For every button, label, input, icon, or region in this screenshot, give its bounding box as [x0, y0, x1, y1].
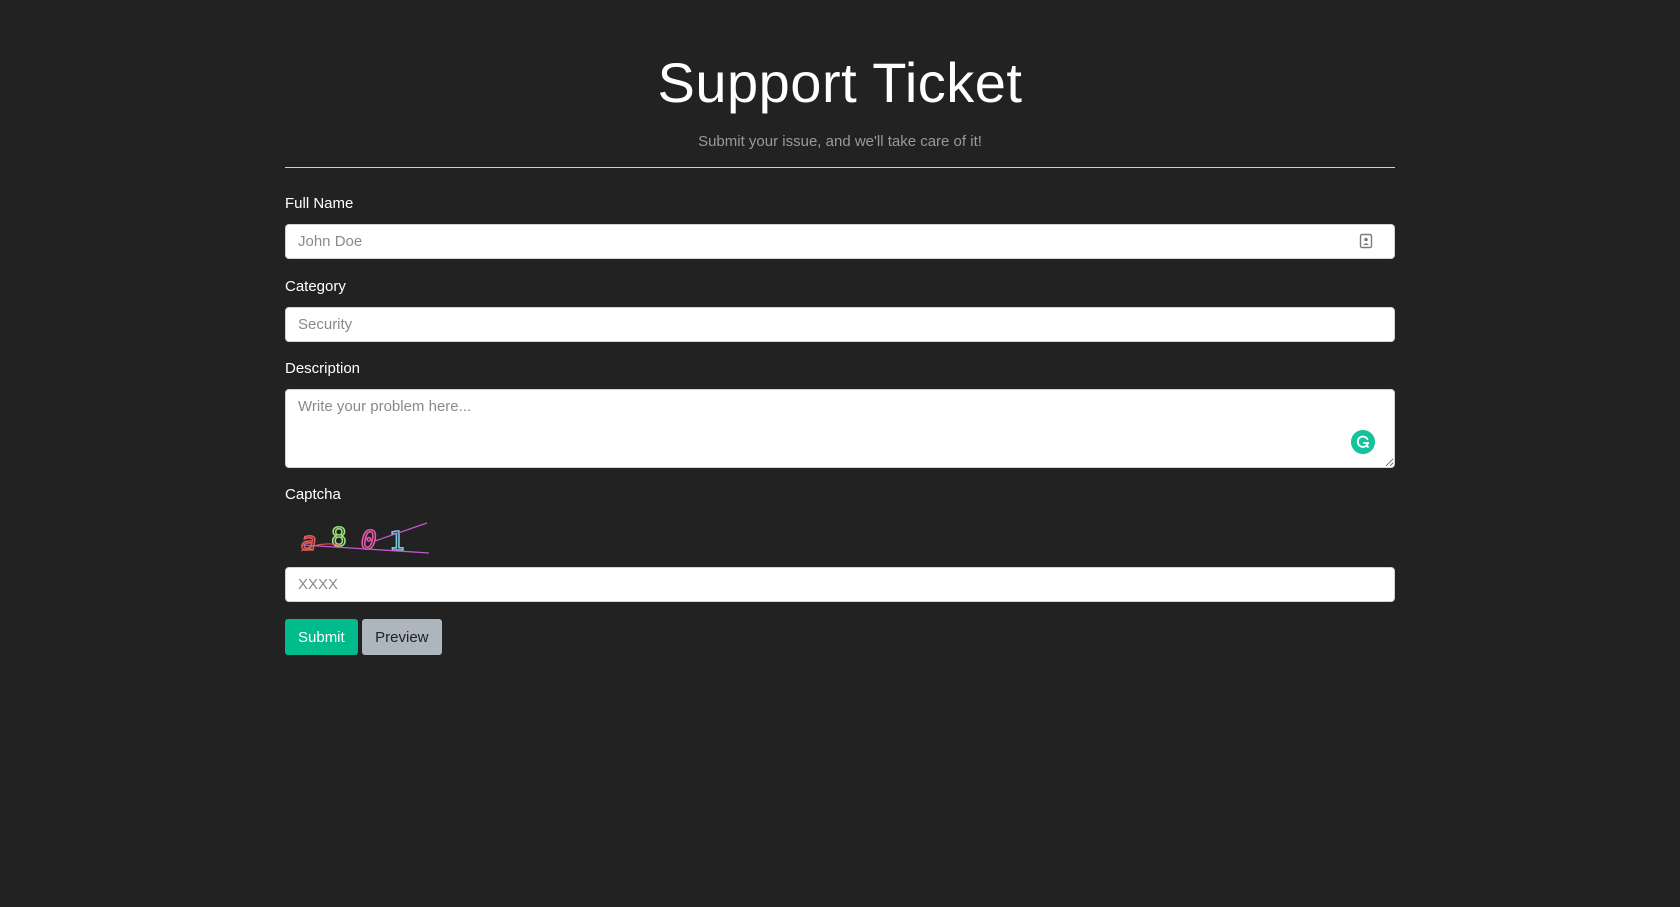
description-group: Description [285, 359, 1395, 468]
captcha-input[interactable] [285, 567, 1395, 602]
submit-button[interactable]: Submit [285, 619, 358, 655]
full-name-wrapper [285, 224, 1395, 259]
category-label: Category [285, 278, 346, 295]
full-name-label: Full Name [285, 195, 354, 212]
preview-button[interactable]: Preview [362, 619, 442, 655]
support-ticket-page: Support Ticket Submit your issue, and we… [285, 0, 1395, 655]
captcha-group: Captcha a 8 0 1 [285, 485, 1395, 602]
description-wrapper [285, 389, 1395, 468]
header-divider [285, 167, 1395, 168]
form-actions: Submit Preview [285, 619, 1395, 655]
category-group: Category [285, 277, 1395, 342]
captcha-char-2: 8 [331, 523, 347, 553]
page-subtitle: Submit your issue, and we'll take care o… [698, 133, 982, 150]
captcha-image: a 8 0 1 [300, 522, 430, 558]
full-name-input[interactable] [285, 224, 1395, 259]
description-label: Description [285, 360, 361, 377]
captcha-char-3: 0 [361, 526, 377, 556]
grammarly-icon[interactable] [1351, 430, 1375, 454]
full-name-group: Full Name [285, 194, 1395, 259]
captcha-label: Captcha [285, 486, 341, 503]
page-title: Support Ticket [657, 51, 1023, 114]
category-input[interactable] [285, 307, 1395, 342]
description-textarea[interactable] [285, 389, 1395, 468]
captcha-char-1: a [301, 527, 317, 557]
contact-card-icon[interactable] [1359, 233, 1373, 249]
ticket-form: Full Name Category Description [285, 194, 1395, 655]
